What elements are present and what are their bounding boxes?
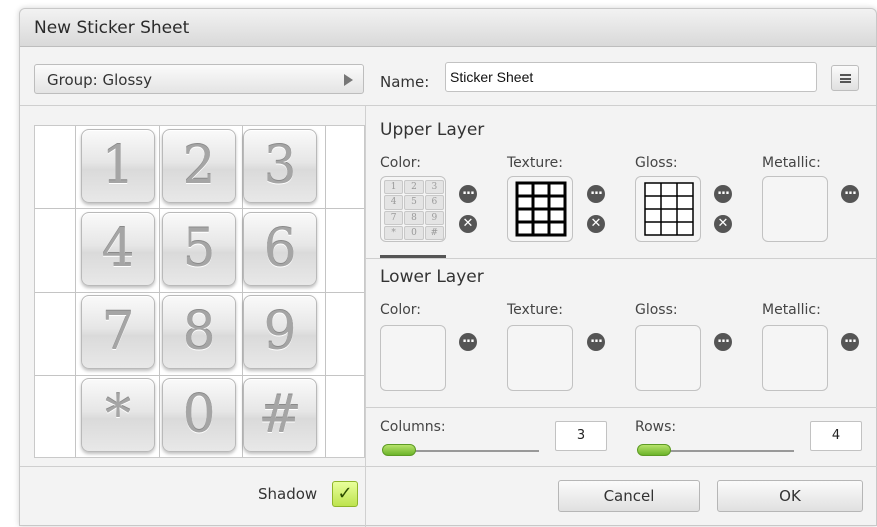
rows-value[interactable]: 4 <box>810 421 862 451</box>
lower-layer-title: Lower Layer <box>380 267 484 287</box>
thumb-key: 5 <box>404 195 424 210</box>
sheet-preview: 1 2 3 4 5 6 7 8 9 * 0 # <box>34 125 365 458</box>
upper-color-swatch[interactable]: 1 2 3 4 5 6 7 8 9 * 0 # <box>380 176 446 242</box>
more-options-icon[interactable]: ... <box>841 332 859 351</box>
title-bar: New Sticker Sheet <box>20 9 876 47</box>
clear-icon[interactable]: ✕ <box>459 215 477 233</box>
grid-line <box>35 292 364 293</box>
footer-divider-left <box>20 466 365 467</box>
shadow-label: Shadow <box>258 485 318 503</box>
upper-color-label: Color: <box>380 155 422 171</box>
name-menu-button[interactable] <box>831 65 859 91</box>
more-options-icon[interactable]: ... <box>459 332 477 351</box>
thumb-key: 4 <box>384 195 404 210</box>
more-options-icon[interactable]: ... <box>459 184 477 203</box>
rows-label: Rows: <box>635 419 677 435</box>
list-menu-icon <box>840 74 851 83</box>
more-options-icon[interactable]: ... <box>841 184 859 203</box>
shadow-checkbox[interactable]: ✓ <box>332 481 358 507</box>
group-select-label: Group: Glossy <box>47 71 152 89</box>
sticker-key-6[interactable]: 6 <box>243 212 317 286</box>
clear-icon[interactable]: ✕ <box>714 215 732 233</box>
thumb-key: 8 <box>404 210 424 225</box>
sticker-key-2[interactable]: 2 <box>162 129 236 203</box>
thumb-key: 0 <box>404 225 424 240</box>
thumb-key: 1 <box>384 180 404 195</box>
clear-icon[interactable]: ✕ <box>587 215 605 233</box>
ok-button[interactable]: OK <box>717 480 863 512</box>
sticker-key-4[interactable]: 4 <box>81 212 155 286</box>
lower-gloss-swatch[interactable] <box>635 325 701 391</box>
grid-gloss-icon <box>644 182 694 236</box>
grid-line <box>35 375 364 376</box>
name-field[interactable] <box>445 62 817 92</box>
thumb-key: 2 <box>404 180 424 195</box>
more-options-icon[interactable]: ... <box>587 184 605 203</box>
sticker-key-1[interactable]: 1 <box>81 129 155 203</box>
columns-value[interactable]: 3 <box>555 421 607 451</box>
footer-divider-right <box>366 466 877 467</box>
header-divider <box>20 105 876 106</box>
upper-layer-title: Upper Layer <box>380 120 485 140</box>
columns-slider-thumb[interactable] <box>382 444 416 456</box>
upper-metallic-label: Metallic: <box>762 155 821 171</box>
lower-texture-swatch[interactable] <box>507 325 573 391</box>
column-divider <box>365 105 366 527</box>
lower-metallic-label: Metallic: <box>762 302 821 318</box>
lower-color-swatch[interactable] <box>380 325 446 391</box>
keypad-thumbnail: 1 2 3 4 5 6 7 8 9 * 0 # <box>384 180 444 240</box>
more-options-icon[interactable]: ... <box>587 332 605 351</box>
more-options-icon[interactable]: ... <box>714 332 732 351</box>
sticker-key-hash[interactable]: # <box>243 378 317 452</box>
sticker-key-8[interactable]: 8 <box>162 295 236 369</box>
name-label: Name: <box>380 73 430 91</box>
sliders-divider <box>366 407 877 408</box>
thumb-key: 6 <box>424 195 444 210</box>
grid-texture-icon <box>515 181 567 237</box>
rows-slider-thumb[interactable] <box>637 444 671 456</box>
new-sticker-sheet-dialog: New Sticker Sheet Group: Glossy 1 2 3 4 … <box>19 8 877 527</box>
sticker-key-0[interactable]: 0 <box>162 378 236 452</box>
upper-texture-label: Texture: <box>507 155 563 171</box>
upper-gloss-label: Gloss: <box>635 155 678 171</box>
lower-texture-label: Texture: <box>507 302 563 318</box>
upper-metallic-swatch[interactable] <box>762 176 828 242</box>
columns-label: Columns: <box>380 419 446 435</box>
thumb-key: 7 <box>384 210 404 225</box>
grid-line <box>35 208 364 209</box>
sticker-key-7[interactable]: 7 <box>81 295 155 369</box>
lower-color-label: Color: <box>380 302 422 318</box>
upper-texture-swatch[interactable] <box>507 176 573 242</box>
triangle-right-icon <box>344 74 353 86</box>
cancel-button[interactable]: Cancel <box>558 480 700 512</box>
sticker-key-3[interactable]: 3 <box>243 129 317 203</box>
group-select[interactable]: Group: Glossy <box>34 64 364 94</box>
thumb-key: 9 <box>424 210 444 225</box>
upper-gloss-swatch[interactable] <box>635 176 701 242</box>
lower-metallic-swatch[interactable] <box>762 325 828 391</box>
checkmark-icon: ✓ <box>337 483 353 504</box>
thumb-key: * <box>384 225 404 240</box>
dialog-title: New Sticker Sheet <box>34 18 190 38</box>
sticker-key-9[interactable]: 9 <box>243 295 317 369</box>
thumb-key: 3 <box>424 180 444 195</box>
more-options-icon[interactable]: ... <box>714 184 732 203</box>
sticker-key-star[interactable]: * <box>81 378 155 452</box>
thumb-key: # <box>424 225 444 240</box>
sticker-key-5[interactable]: 5 <box>162 212 236 286</box>
lower-gloss-label: Gloss: <box>635 302 678 318</box>
layer-divider <box>366 258 877 259</box>
